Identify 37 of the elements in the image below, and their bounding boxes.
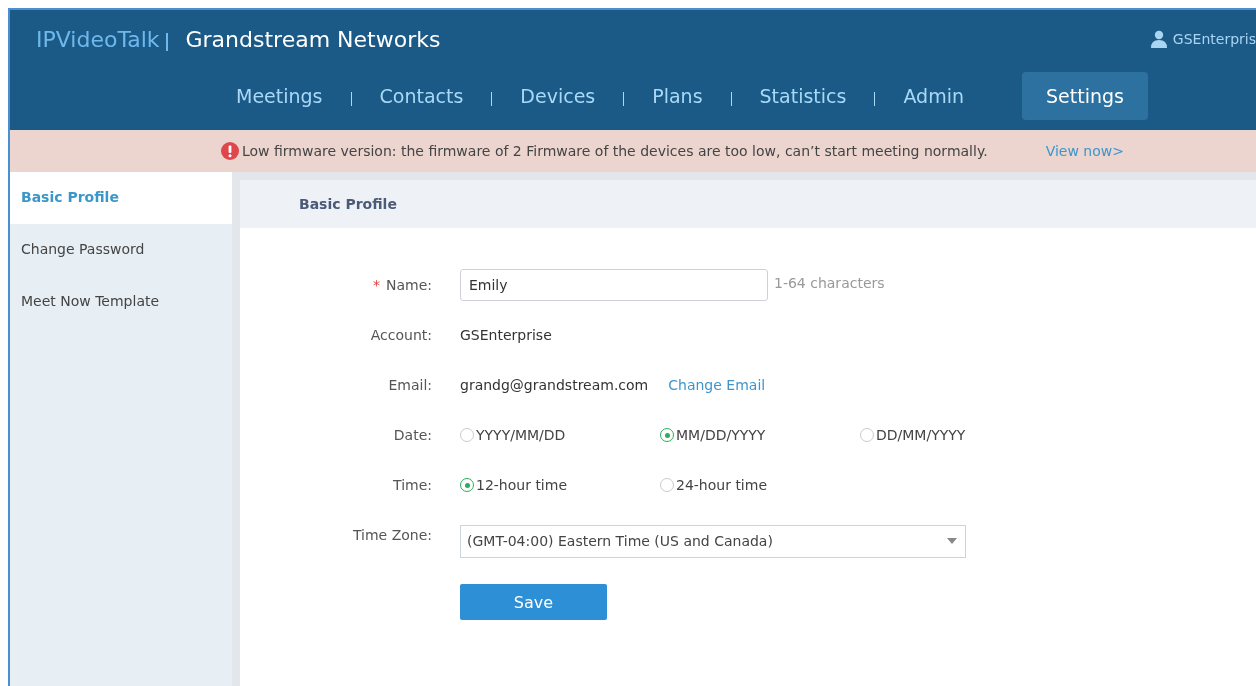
nav-tab[interactable]: Devices bbox=[516, 72, 600, 120]
field-label: Email: bbox=[388, 377, 432, 393]
field-label: Time: bbox=[393, 477, 432, 493]
sidebar-item[interactable]: Meet Now Template bbox=[10, 276, 232, 328]
option-label: DD/MM/YYYY bbox=[876, 427, 966, 443]
change-email-link[interactable]: Change Email bbox=[668, 377, 766, 393]
time-zone-select[interactable]: (GMT-04:00) Eastern Time (US and Canada) bbox=[460, 524, 966, 558]
sidebar-item[interactable]: Change Password bbox=[10, 224, 232, 276]
option-label: MM/DD/YYYY bbox=[676, 427, 766, 443]
warning-icon bbox=[221, 142, 239, 160]
save-button[interactable]: Save bbox=[460, 584, 607, 620]
user-name[interactable]: GSEnterpris bbox=[1172, 31, 1256, 47]
field-label: Account: bbox=[370, 327, 432, 343]
warning-message: Low firmware version: the firmware of 2 Firmware of the devices are too low, can’t start meeting normally. bbox=[242, 143, 988, 159]
field-value: grandg@grandstream.com bbox=[460, 377, 649, 393]
name-input[interactable]: Emily bbox=[460, 269, 768, 301]
nav-tab[interactable]: Settings bbox=[1022, 72, 1148, 120]
nav-tab[interactable]: Admin bbox=[899, 72, 968, 120]
field-label: Time Zone: bbox=[352, 527, 432, 543]
field-value: GSEnterprise bbox=[460, 327, 552, 343]
field-label: Date: bbox=[393, 427, 432, 443]
section-title: Basic Profile bbox=[299, 196, 397, 212]
brand-name: IPVideoTalk bbox=[36, 26, 160, 52]
nav-tab[interactable]: Contacts bbox=[375, 72, 468, 120]
option-label: YYYY/MM/DD bbox=[476, 427, 566, 443]
user-icon bbox=[1150, 30, 1167, 48]
nav-tab[interactable]: Meetings bbox=[232, 72, 327, 120]
caret-icon bbox=[947, 538, 957, 544]
nav-tab[interactable]: Plans bbox=[648, 72, 707, 120]
nav-tab[interactable]: Statistics bbox=[755, 72, 851, 120]
option-label: 12-hour time bbox=[476, 477, 567, 493]
sidebar-item[interactable]: Basic Profile bbox=[10, 172, 232, 224]
hint-text: 1-64 characters bbox=[774, 275, 885, 291]
option-label: 24-hour time bbox=[676, 477, 767, 493]
organization-name: Grandstream Networks bbox=[185, 26, 441, 52]
required-mark: * bbox=[372, 277, 380, 293]
field-label: Name: bbox=[385, 277, 432, 293]
